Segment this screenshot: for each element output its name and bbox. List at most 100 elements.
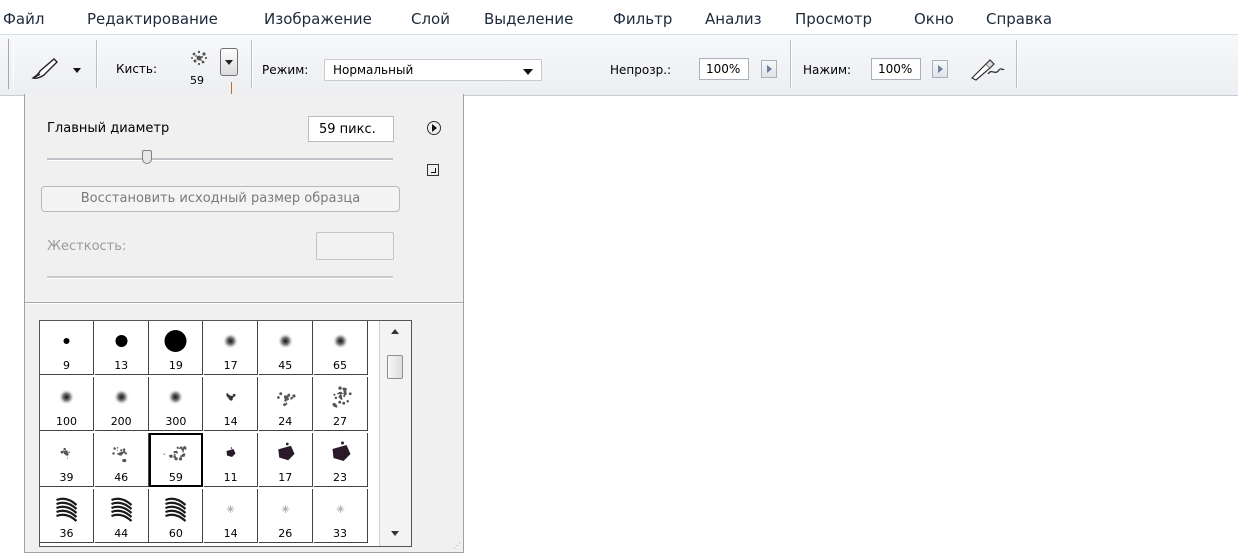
brush-size-label: 13 — [114, 359, 129, 372]
brush-size-label: 17 — [278, 471, 293, 484]
brush-tip-icon — [113, 389, 130, 405]
scroll-down-icon[interactable] — [391, 531, 399, 536]
brush-tip-icon — [222, 333, 239, 349]
brush-tip-icon — [336, 505, 344, 513]
menu-window[interactable]: Окно — [914, 10, 954, 28]
brush-cell[interactable]: 27 — [313, 377, 368, 431]
brush-tip-icon — [56, 497, 78, 522]
brush-cell[interactable]: 23 — [313, 433, 368, 487]
brush-cell[interactable]: 11 — [204, 433, 259, 487]
flow-slider-button[interactable] — [932, 60, 948, 78]
master-diameter-value: 59 пикс. — [319, 122, 376, 137]
brush-size-label: 23 — [333, 471, 347, 484]
menu-file[interactable]: Файл — [3, 10, 44, 28]
brush-cell[interactable]: 17 — [258, 433, 313, 487]
brush-tip-icon — [331, 386, 352, 408]
brush-cell[interactable]: 36 — [40, 489, 94, 543]
panel-divider — [25, 302, 463, 304]
hardness-input[interactable] — [316, 232, 394, 260]
mode-select[interactable]: Нормальный — [324, 59, 542, 81]
triangle-right-icon — [938, 65, 943, 73]
brush-tip-icon — [164, 330, 187, 352]
brush-tip-icon — [226, 447, 236, 457]
resize-grip-icon[interactable]: ⋰ — [453, 541, 461, 550]
brush-tip-icon — [165, 497, 187, 522]
brush-cell[interactable]: 39 — [40, 433, 94, 487]
brush-cell[interactable]: 17 — [204, 321, 259, 375]
tool-preset-dropdown[interactable] — [73, 66, 81, 77]
brush-cell[interactable]: 14 — [204, 377, 259, 431]
brush-cell[interactable]: 65 — [313, 321, 368, 375]
brush-cell[interactable]: 9 — [40, 321, 94, 375]
brush-tip-icon — [332, 441, 350, 461]
brush-size-label: 26 — [278, 527, 293, 540]
menu-help[interactable]: Справка — [986, 10, 1052, 28]
restore-size-button[interactable]: Восстановить исходный размер образца — [41, 186, 400, 212]
menu-select[interactable]: Выделение — [484, 10, 573, 28]
master-diameter-slider[interactable] — [47, 158, 393, 161]
flow-input[interactable]: 100% — [871, 58, 921, 80]
brush-tip-icon — [115, 335, 128, 347]
brush-tip-icon — [226, 393, 236, 401]
brush-icon[interactable] — [30, 56, 64, 86]
options-bar-grip[interactable] — [8, 39, 14, 89]
brush-size-label: 9 — [63, 359, 70, 372]
brush-cell[interactable]: 59 — [149, 433, 204, 487]
brush-cell[interactable]: 45 — [258, 321, 313, 375]
brush-tip-icon — [163, 446, 187, 461]
brush-grid: 9 13 19 17 45 65 100 200 300 14 24 27 39 46 59 11 17 23 36… — [39, 320, 412, 547]
brush-size-label: 19 — [168, 359, 183, 372]
brush-tip-icon — [277, 333, 294, 349]
brush-picker-button[interactable] — [220, 48, 238, 76]
brush-tip-icon — [63, 338, 70, 344]
brush-preview[interactable]: 59 — [184, 46, 214, 88]
brush-cell[interactable]: 26 — [258, 489, 313, 543]
master-diameter-input[interactable]: 59 пикс. — [308, 116, 394, 142]
brush-size-label: 14 — [223, 415, 238, 428]
flow-value: 100% — [878, 62, 913, 76]
hardness-label: Жесткость: — [47, 239, 127, 254]
menu-image[interactable]: Изображение — [264, 10, 372, 28]
brush-cell[interactable]: 33 — [313, 489, 368, 543]
menu-filter[interactable]: Фильтр — [613, 10, 672, 28]
brush-cell[interactable]: 14 — [204, 489, 259, 543]
menu-layer[interactable]: Слой — [411, 10, 450, 28]
separator — [1016, 40, 1018, 88]
menu-analysis[interactable]: Анализ — [705, 10, 762, 28]
brush-size-label: 17 — [223, 359, 238, 372]
brush-cell[interactable]: 44 — [94, 489, 149, 543]
brush-cell[interactable]: 46 — [94, 433, 149, 487]
menu-edit[interactable]: Редактирование — [87, 10, 218, 28]
brush-cell[interactable]: 100 — [40, 377, 94, 431]
brush-cell[interactable]: 19 — [149, 321, 204, 375]
scroll-thumb[interactable] — [387, 355, 403, 379]
brush-size-label: 24 — [278, 415, 293, 428]
opacity-value: 100% — [706, 62, 741, 76]
chevron-down-icon — [523, 69, 533, 75]
slider-thumb[interactable] — [142, 150, 153, 164]
brush-grid-scrollbar[interactable] — [379, 321, 411, 546]
menu-view[interactable]: Просмотр — [795, 10, 872, 28]
brush-size-label: 39 — [59, 471, 74, 484]
scroll-up-icon[interactable] — [391, 329, 399, 334]
brush-tip-icon — [276, 392, 296, 407]
brush-tip-icon — [58, 389, 75, 405]
brush-tip-icon — [332, 333, 348, 349]
opacity-slider-button[interactable] — [761, 60, 777, 78]
brush-tip-icon — [281, 505, 290, 513]
brush-cell[interactable]: 13 — [94, 321, 149, 375]
brush-cell[interactable]: 24 — [258, 377, 313, 431]
brush-cell[interactable]: 60 — [149, 489, 204, 543]
brush-tip-icon — [110, 497, 132, 522]
triangle-right-icon — [767, 65, 772, 73]
panel-menu-icon[interactable] — [427, 121, 441, 135]
hardness-slider[interactable] — [47, 276, 393, 279]
opacity-input[interactable]: 100% — [699, 58, 749, 80]
new-preset-icon[interactable] — [427, 164, 439, 176]
brush-size-label: 36 — [59, 527, 74, 540]
brush-cell[interactable]: 200 — [94, 377, 149, 431]
brush-size-label: 33 — [333, 527, 347, 540]
flow-label: Нажим: — [803, 63, 852, 77]
airbrush-icon[interactable] — [968, 56, 1006, 86]
brush-cell[interactable]: 300 — [149, 377, 204, 431]
